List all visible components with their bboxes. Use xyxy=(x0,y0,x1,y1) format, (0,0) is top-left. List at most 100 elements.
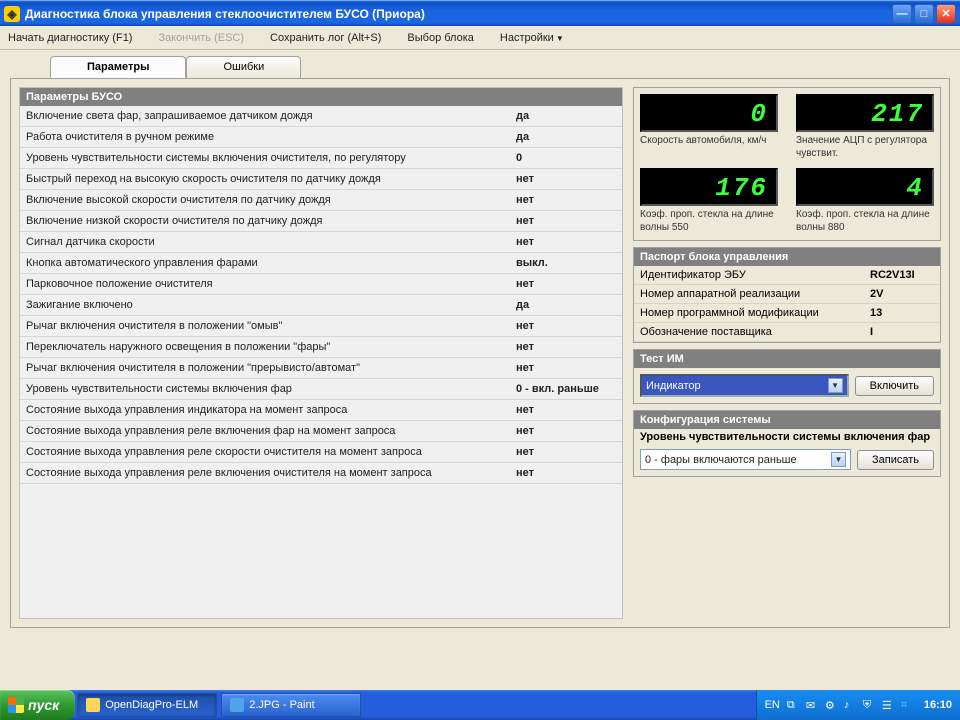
gauge-trans-880: 4 Коэф. проп. стекла на длине волны 880 xyxy=(796,168,934,234)
parameter-name: Включение низкой скорости очистителя по … xyxy=(26,215,516,227)
parameter-name: Переключатель наружного освещения в поло… xyxy=(26,341,516,353)
parameter-name: Состояние выхода управления реле скорост… xyxy=(26,446,516,458)
start-button[interactable]: пуск xyxy=(0,690,75,720)
parameter-row[interactable]: Рычаг включения очистителя в положении "… xyxy=(20,358,622,379)
bluetooth-icon[interactable]: ⌗ xyxy=(901,699,913,711)
parameter-row[interactable]: Состояние выхода управления реле скорост… xyxy=(20,442,622,463)
main-panel: Параметры БУСО Включение света фар, запр… xyxy=(10,78,950,628)
gauge-trans-550-label: Коэф. проп. стекла на длине волны 550 xyxy=(640,209,778,234)
parameter-row[interactable]: Уровень чувствительности системы включен… xyxy=(20,379,622,400)
test-im-select-value: Индикатор xyxy=(646,380,701,392)
tray-icon[interactable]: ⚙ xyxy=(825,699,837,711)
parameter-name: Парковочное положение очистителя xyxy=(26,278,516,290)
taskbar-item-opendiag[interactable]: OpenDiagPro-ELM xyxy=(77,693,217,717)
test-im-enable-button[interactable]: Включить xyxy=(855,376,934,396)
tray-icon[interactable]: ⧉ xyxy=(787,699,799,711)
parameter-value: нет xyxy=(516,173,616,185)
parameter-value: 0 xyxy=(516,152,616,164)
window-title: Диагностика блока управления стеклоочист… xyxy=(25,7,892,21)
gauge-trans-880-value: 4 xyxy=(796,168,934,206)
passport-value: 2V xyxy=(870,288,934,300)
menu-settings[interactable]: Настройки▼ xyxy=(500,32,564,44)
test-im-header: Тест ИМ xyxy=(634,350,940,368)
parameter-row[interactable]: Включение низкой скорости очистителя по … xyxy=(20,211,622,232)
parameter-row[interactable]: Переключатель наружного освещения в поло… xyxy=(20,337,622,358)
tray-icon[interactable]: ☰ xyxy=(882,699,894,711)
tray-icon[interactable]: ✉ xyxy=(806,699,818,711)
tray-icon[interactable]: ♪ xyxy=(844,699,856,711)
start-label: пуск xyxy=(28,697,59,713)
parameters-panel: Параметры БУСО Включение света фар, запр… xyxy=(19,87,623,619)
clock[interactable]: 16:10 xyxy=(924,699,952,711)
parameter-value: да xyxy=(516,299,616,311)
gauge-adc-label: Значение АЦП с регулятора чувствит. xyxy=(796,135,934,160)
parameter-row[interactable]: Включение света фар, запрашиваемое датчи… xyxy=(20,106,622,127)
parameter-value: да xyxy=(516,110,616,122)
parameter-row[interactable]: Включение высокой скорости очистителя по… xyxy=(20,190,622,211)
parameters-header: Параметры БУСО xyxy=(20,88,622,106)
passport-row: Номер аппаратной реализации2V xyxy=(634,285,940,304)
parameter-name: Сигнал датчика скорости xyxy=(26,236,516,248)
menu-start-diag[interactable]: Начать диагностику (F1) xyxy=(8,32,132,44)
gauge-adc: 217 Значение АЦП с регулятора чувствит. xyxy=(796,94,934,160)
windows-logo-icon xyxy=(8,697,24,713)
parameter-value: 0 - вкл. раньше xyxy=(516,383,616,395)
parameter-name: Кнопка автоматического управления фарами xyxy=(26,257,516,269)
parameter-row[interactable]: Уровень чувствительности системы включен… xyxy=(20,148,622,169)
taskbar: пуск OpenDiagPro-ELM 2.JPG - Paint EN ⧉ … xyxy=(0,690,960,720)
passport-row: Идентификатор ЭБУRC2V13I xyxy=(634,266,940,285)
parameter-row[interactable]: Быстрый переход на высокую скорость очис… xyxy=(20,169,622,190)
parameter-row[interactable]: Кнопка автоматического управления фарами… xyxy=(20,253,622,274)
parameter-name: Работа очистителя в ручном режиме xyxy=(26,131,516,143)
parameter-value: выкл. xyxy=(516,257,616,269)
taskbar-item-paint[interactable]: 2.JPG - Paint xyxy=(221,693,361,717)
parameter-value: нет xyxy=(516,215,616,227)
parameter-value: нет xyxy=(516,278,616,290)
test-im-panel: Тест ИМ Индикатор ▼ Включить xyxy=(633,349,941,404)
tray-icon[interactable]: ⛨ xyxy=(863,699,875,711)
config-save-button[interactable]: Записать xyxy=(857,450,934,470)
parameter-value: нет xyxy=(516,467,616,479)
window-titlebar: ◈ Диагностика блока управления стеклоочи… xyxy=(0,0,960,26)
passport-value: RC2V13I xyxy=(870,269,934,281)
gauge-adc-value: 217 xyxy=(796,94,934,132)
config-header: Конфигурация системы xyxy=(634,411,940,429)
tab-errors[interactable]: Ошибки xyxy=(186,56,301,78)
parameter-value: нет xyxy=(516,341,616,353)
parameter-row[interactable]: Зажигание включенода xyxy=(20,295,622,316)
app-icon: ◈ xyxy=(4,6,20,22)
parameter-row[interactable]: Рычаг включения очистителя в положении "… xyxy=(20,316,622,337)
parameter-value: нет xyxy=(516,194,616,206)
menu-select-block[interactable]: Выбор блока xyxy=(407,32,473,44)
parameter-row[interactable]: Парковочное положение очистителянет xyxy=(20,274,622,295)
parameter-value: нет xyxy=(516,362,616,374)
config-select[interactable]: 0 - фары включаются раньше ▼ xyxy=(640,449,851,470)
menu-save-log[interactable]: Сохранить лог (Alt+S) xyxy=(270,32,381,44)
language-indicator[interactable]: EN xyxy=(765,699,780,711)
parameter-row[interactable]: Состояние выхода управления реле включен… xyxy=(20,421,622,442)
config-panel: Конфигурация системы Уровень чувствитель… xyxy=(633,410,941,477)
chevron-down-icon: ▼ xyxy=(556,34,564,43)
parameter-row[interactable]: Сигнал датчика скоростинет xyxy=(20,232,622,253)
parameter-name: Включение высокой скорости очистителя по… xyxy=(26,194,516,206)
parameter-value: нет xyxy=(516,320,616,332)
parameter-value: нет xyxy=(516,404,616,416)
parameter-name: Включение света фар, запрашиваемое датчи… xyxy=(26,110,516,122)
parameter-row[interactable]: Работа очистителя в ручном режимеда xyxy=(20,127,622,148)
gauge-trans-550: 176 Коэф. проп. стекла на длине волны 55… xyxy=(640,168,778,234)
parameter-value: нет xyxy=(516,236,616,248)
menubar: Начать диагностику (F1) Закончить (ESC) … xyxy=(0,26,960,50)
close-button[interactable]: ✕ xyxy=(936,4,956,24)
passport-label: Обозначение поставщика xyxy=(640,326,870,338)
minimize-button[interactable]: — xyxy=(892,4,912,24)
tab-parameters[interactable]: Параметры xyxy=(50,56,186,78)
test-im-select[interactable]: Индикатор ▼ xyxy=(640,374,849,397)
parameter-name: Рычаг включения очистителя в положении "… xyxy=(26,362,516,374)
gauge-trans-550-value: 176 xyxy=(640,168,778,206)
parameter-row[interactable]: Состояние выхода управления индикатора н… xyxy=(20,400,622,421)
parameter-name: Состояние выхода управления реле включен… xyxy=(26,425,516,437)
maximize-button[interactable]: □ xyxy=(914,4,934,24)
parameter-row[interactable]: Состояние выхода управления реле включен… xyxy=(20,463,622,484)
config-label: Уровень чувствительности системы включен… xyxy=(634,429,940,443)
menu-stop-diag: Закончить (ESC) xyxy=(158,32,244,44)
